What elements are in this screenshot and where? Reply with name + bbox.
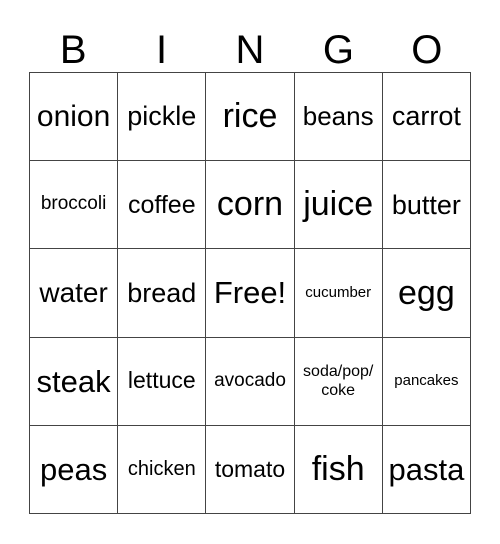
bingo-cell[interactable]: pickle xyxy=(118,73,207,162)
cell-label: corn xyxy=(216,185,284,224)
bingo-cell[interactable]: steak xyxy=(30,337,119,426)
bingo-cell[interactable]: fish xyxy=(294,425,383,514)
bingo-cell[interactable]: onion xyxy=(30,73,119,162)
cell-label: pickle xyxy=(127,101,197,132)
bingo-cell[interactable]: peas xyxy=(30,425,119,514)
header-letter-g: G xyxy=(322,28,354,72)
cell-label: onion xyxy=(36,99,111,133)
cell-label: juice xyxy=(303,185,374,224)
cell-label: soda/pop/ coke xyxy=(303,363,374,400)
cell-label: pancakes xyxy=(394,372,459,390)
cell-label: lettuce xyxy=(127,367,196,394)
cell-label: tomato xyxy=(214,455,286,482)
bingo-cell[interactable]: juice xyxy=(294,161,383,250)
cell-label: broccoli xyxy=(40,193,107,215)
bingo-cell[interactable]: butter xyxy=(382,161,471,250)
header-letter-o: O xyxy=(411,28,443,72)
bingo-cell[interactable]: avocado xyxy=(206,337,295,426)
bingo-header: B I N G O xyxy=(29,28,471,72)
cell-label: chicken xyxy=(127,458,196,481)
header-letter-b: B xyxy=(59,28,87,72)
bingo-cell[interactable]: pasta xyxy=(382,425,471,514)
cell-label: bread xyxy=(127,277,197,308)
bingo-cell[interactable]: chicken xyxy=(118,425,207,514)
bingo-cell[interactable]: rice xyxy=(206,73,295,162)
cell-label: peas xyxy=(39,451,108,487)
cell-label: water xyxy=(39,277,108,309)
cell-label: avocado xyxy=(214,369,286,391)
cell-label: coffee xyxy=(127,190,196,219)
cell-label: pasta xyxy=(388,451,465,487)
bingo-cell[interactable]: pancakes xyxy=(382,337,471,426)
cell-label: Free! xyxy=(213,275,287,311)
bingo-cell[interactable]: lettuce xyxy=(118,337,207,426)
cell-label: cucumber xyxy=(305,283,372,301)
bingo-cell[interactable]: bread xyxy=(118,249,207,338)
cell-label: rice xyxy=(222,97,278,136)
cell-label: beans xyxy=(302,101,374,131)
bingo-cell[interactable]: cucumber xyxy=(294,249,383,338)
bingo-cell[interactable]: water xyxy=(30,249,119,338)
bingo-cell[interactable]: soda/pop/ coke xyxy=(294,337,383,426)
cell-label: steak xyxy=(36,363,111,399)
cell-label: butter xyxy=(391,189,461,220)
bingo-cell[interactable]: corn xyxy=(206,161,295,250)
bingo-cell[interactable]: Free! xyxy=(206,249,295,338)
bingo-cell[interactable]: carrot xyxy=(382,73,471,162)
cell-label: carrot xyxy=(391,101,461,132)
cell-label: fish xyxy=(311,449,365,488)
header-letter-i: I xyxy=(156,28,168,72)
bingo-cell[interactable]: tomato xyxy=(206,425,295,514)
bingo-cell[interactable]: coffee xyxy=(118,161,207,250)
bingo-cell[interactable]: beans xyxy=(294,73,383,162)
cell-label: egg xyxy=(398,273,455,312)
bingo-cell[interactable]: egg xyxy=(382,249,471,338)
bingo-grid: onion pickle rice beans carrot broccoli coffee… xyxy=(29,72,471,514)
bingo-cell[interactable]: broccoli xyxy=(30,161,119,250)
header-letter-n: N xyxy=(235,28,265,72)
